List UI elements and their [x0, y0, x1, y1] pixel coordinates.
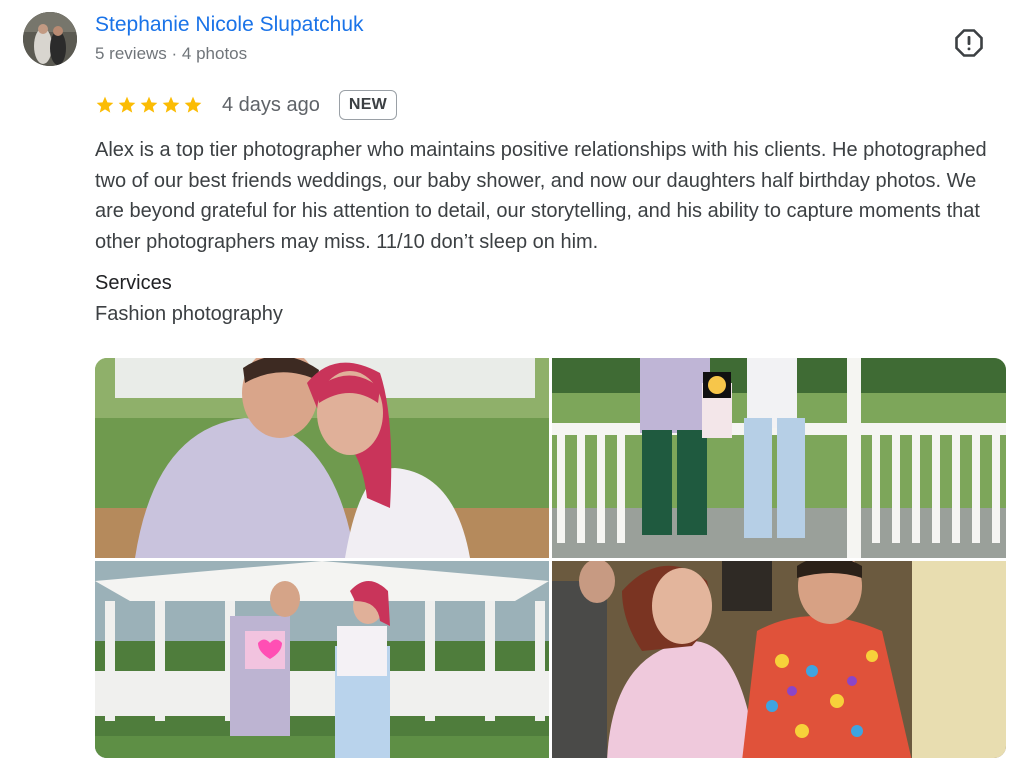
- star-icon: [162, 96, 180, 113]
- reviewer-avatar[interactable]: [23, 12, 77, 66]
- new-badge: NEW: [338, 90, 398, 120]
- rating-row: 4 days ago NEW: [95, 87, 398, 123]
- review-text: Alex is a top tier photographer who main…: [95, 139, 987, 253]
- reviewer-meta: 5 reviews · 4 photos: [95, 44, 248, 63]
- review-photo-gallery: [95, 358, 1006, 758]
- star-icon: [118, 96, 136, 113]
- star-icon: [96, 96, 114, 113]
- services-value: Fashion photography: [95, 303, 283, 325]
- report-icon: [955, 29, 983, 57]
- review-photo-2[interactable]: [552, 358, 1006, 558]
- star-icon: [184, 96, 202, 113]
- review-photo-4[interactable]: [552, 561, 1006, 758]
- review-photo-1[interactable]: [95, 358, 549, 558]
- services-label: Services: [95, 272, 172, 294]
- report-review-button[interactable]: [952, 26, 986, 60]
- reviewer-name-link[interactable]: Stephanie Nicole Slupatchuk: [95, 13, 364, 37]
- star-icon: [140, 96, 158, 113]
- review-photo-3[interactable]: [95, 561, 549, 758]
- review-date: 4 days ago: [222, 93, 320, 116]
- star-rating: [95, 95, 203, 115]
- review-card: Stephanie Nicole Slupatchuk 5 reviews · …: [0, 0, 1024, 758]
